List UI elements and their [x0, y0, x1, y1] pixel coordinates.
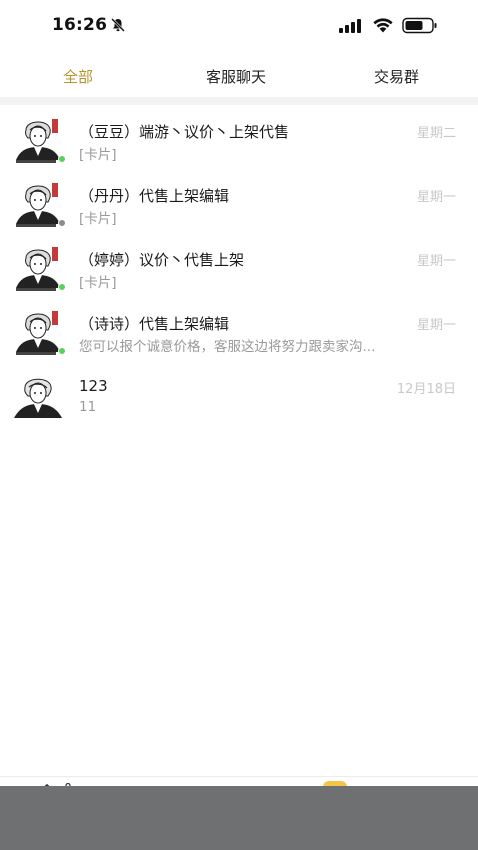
tab-trade-group[interactable]: 交易群 [374, 66, 419, 87]
conversation-list: （豆豆）端游丶议价丶上架代售 [卡片] 星期二 （丹丹）代售上架编辑 [卡片] … [0, 108, 478, 428]
conversation-time: 星期一 [416, 190, 456, 205]
avatar [12, 116, 64, 164]
conversation-title: （婷婷）议价丶代售上架 [79, 251, 245, 269]
divider [0, 97, 478, 105]
status-time: 16:26 [52, 15, 108, 35]
avatar [12, 308, 64, 356]
conversation-preview: 11 [79, 399, 97, 415]
conversation-preview: [卡片] [79, 275, 117, 291]
wifi-icon [373, 18, 393, 33]
conversation-preview: 您可以报个诚意价格，客服这边将努力跟卖家沟... [79, 339, 376, 355]
conversation-time: 12月18日 [396, 382, 456, 397]
conversation-item[interactable]: （豆豆）端游丶议价丶上架代售 [卡片] 星期二 [0, 108, 478, 172]
conversation-item[interactable]: （诗诗）代售上架编辑 您可以报个诚意价格，客服这边将努力跟卖家沟... 星期一 [0, 300, 478, 364]
conversation-title: （诗诗）代售上架编辑 [79, 315, 230, 333]
conversation-title: 123 [79, 377, 108, 395]
conversation-item[interactable]: （丹丹）代售上架编辑 [卡片] 星期一 [0, 172, 478, 236]
online-status-dot [58, 283, 66, 291]
avatar [12, 244, 64, 292]
online-status-dot [58, 155, 66, 163]
avatar [12, 372, 64, 420]
tab-bar: 全部 客服聊天 交易群 [0, 56, 478, 96]
conversation-preview: [卡片] [79, 211, 117, 227]
conversation-title: （豆豆）端游丶议价丶上架代售 [79, 123, 290, 141]
online-status-dot [58, 347, 66, 355]
avatar [12, 180, 64, 228]
conversation-title: （丹丹）代售上架编辑 [79, 187, 230, 205]
cellular-signal-icon [339, 19, 361, 33]
gray-overlay [0, 786, 478, 850]
conversation-time: 星期二 [416, 126, 456, 141]
conversation-item[interactable]: 123 11 12月18日 [0, 364, 478, 428]
battery-icon [402, 17, 437, 34]
offline-status-dot [58, 219, 66, 227]
conversation-time: 星期一 [416, 318, 456, 333]
conversation-time: 星期一 [416, 254, 456, 269]
conversation-item[interactable]: （婷婷）议价丶代售上架 [卡片] 星期一 [0, 236, 478, 300]
status-bar: 16:26 [0, 0, 478, 52]
conversation-preview: [卡片] [79, 147, 117, 163]
tab-all[interactable]: 全部 [63, 66, 93, 87]
bell-muted-icon [111, 18, 125, 32]
tab-customer-service-chat[interactable]: 客服聊天 [206, 66, 266, 87]
